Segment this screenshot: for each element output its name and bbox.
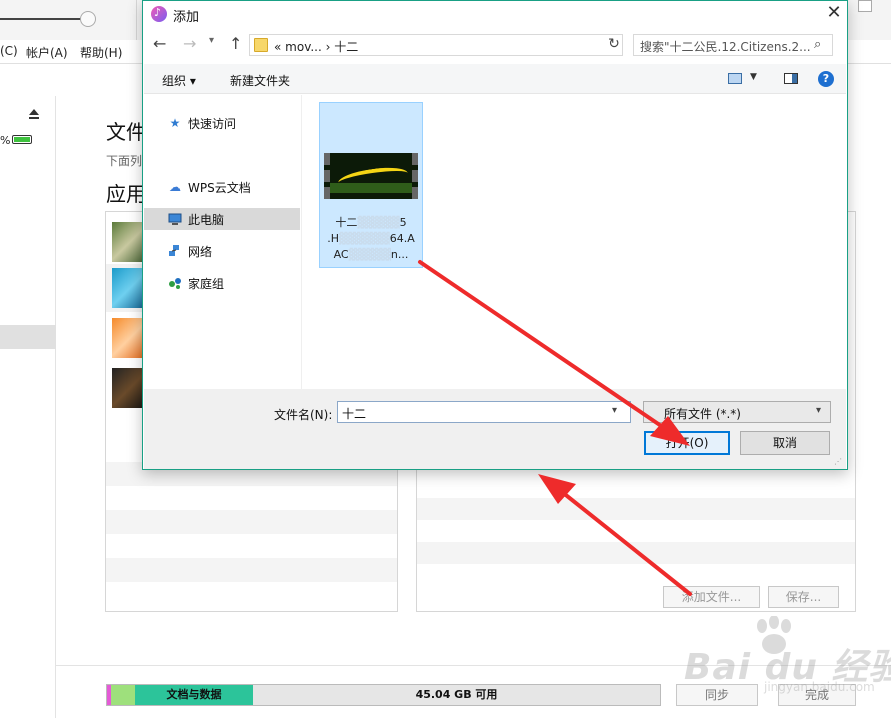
save-button[interactable]: 保存...	[768, 586, 839, 608]
nav-item-label: 家庭组	[188, 277, 225, 291]
section-heading-apps: 应用	[106, 182, 146, 206]
refresh-icon[interactable]: ↻	[603, 34, 625, 56]
dialog-toolbar: 组织 ▾ 新建文件夹 ▼ ?	[144, 64, 846, 94]
nav-item-label: 此电脑	[188, 213, 225, 227]
nav-item-label: WPS云文档	[188, 181, 251, 195]
capacity-segment-apps	[111, 685, 135, 705]
file-list-area[interactable]: 十二▓▓▓▓▓5 .H▓▓▓▓▓▓64.A AC▓▓▓▓▓n...	[303, 95, 847, 389]
nav-item-quick-access[interactable]: ★ 快速访问	[144, 112, 300, 134]
dialog-bottom-area: 文件名(N): 十二 ▾ 所有文件 (*.*) ▾ 打开(O) 取消 ⋰	[144, 389, 846, 469]
dialog-title: 添加	[173, 10, 200, 25]
nav-item-label: 网络	[188, 245, 213, 259]
section-heading-files: 文件	[106, 120, 146, 144]
address-path[interactable]: « mov... › 十二	[274, 38, 358, 55]
itunes-icon	[151, 6, 167, 22]
add-file-dialog: 添加 ✕ ← → ▾ ↑ « mov... › 十二 ↻ 搜索"十二公民.12.…	[142, 0, 848, 470]
capacity-segment-documents: 文档与数据	[135, 685, 253, 705]
device-sidebar	[0, 96, 56, 718]
back-arrow-icon[interactable]: ←	[153, 34, 166, 53]
new-folder-button[interactable]: 新建文件夹	[230, 72, 290, 89]
search-icon[interactable]: ⌕	[814, 37, 821, 52]
baidu-watermark: Bai du 经验 jingyan.baidu.com	[676, 616, 891, 696]
document-row	[417, 542, 855, 564]
filename-value: 十二	[342, 407, 367, 421]
window-restore-button[interactable]	[858, 0, 872, 12]
nav-item-this-pc[interactable]: 此电脑	[144, 208, 300, 230]
up-arrow-icon[interactable]: ↑	[229, 34, 242, 53]
top-bar-divider	[136, 0, 137, 40]
cancel-button[interactable]: 取消	[740, 431, 830, 455]
add-file-button[interactable]: 添加文件...	[663, 586, 760, 608]
chevron-down-icon[interactable]: ▾	[209, 35, 214, 46]
nav-item-label: 快速访问	[188, 117, 237, 131]
battery-percent: %	[0, 134, 11, 147]
document-row	[417, 498, 855, 520]
homegroup-icon	[168, 276, 182, 290]
folder-icon	[254, 38, 268, 52]
section-description: 下面列	[106, 154, 143, 168]
nav-item-homegroup[interactable]: 家庭组	[144, 272, 300, 294]
file-type-select[interactable]: 所有文件 (*.*) ▾	[643, 401, 831, 423]
star-icon: ★	[169, 116, 181, 130]
chevron-down-icon[interactable]: ▾	[816, 405, 821, 416]
network-icon	[168, 244, 182, 258]
help-icon[interactable]: ?	[818, 71, 834, 87]
sidebar-selected-item[interactable]	[0, 325, 56, 349]
navigation-pane: ★ 快速访问 ☁ WPS云文档 此电脑 网络 家庭组	[144, 95, 302, 389]
app-row	[106, 510, 397, 534]
organize-menu-button[interactable]: 组织 ▾	[162, 72, 196, 89]
menu-item-controls[interactable]: (C)	[0, 44, 18, 58]
chevron-down-icon[interactable]: ▼	[750, 72, 757, 82]
file-name-label: 十二▓▓▓▓▓5 .H▓▓▓▓▓▓64.A AC▓▓▓▓▓n...	[327, 216, 415, 261]
resize-grip-icon[interactable]: ⋰	[834, 457, 844, 467]
preview-pane-icon[interactable]	[784, 73, 798, 84]
battery-icon	[12, 135, 32, 144]
file-item-selected[interactable]: 十二▓▓▓▓▓5 .H▓▓▓▓▓▓64.A AC▓▓▓▓▓n...	[319, 102, 423, 268]
forward-arrow-icon[interactable]: →	[183, 34, 196, 53]
open-button[interactable]: 打开(O)	[644, 431, 730, 455]
address-bar[interactable]: « mov... › 十二	[249, 34, 623, 56]
cloud-icon: ☁	[169, 180, 181, 194]
nav-item-network[interactable]: 网络	[144, 240, 300, 262]
menu-item-help[interactable]: 帮助(H)	[80, 44, 122, 61]
filename-label: 文件名(N):	[274, 408, 333, 422]
video-thumbnail-icon	[324, 153, 418, 199]
eject-icon[interactable]	[28, 108, 40, 120]
search-placeholder: 搜索"十二公民.12.Citizens.2...	[640, 40, 811, 54]
view-mode-icon[interactable]	[728, 73, 742, 84]
volume-slider-knob[interactable]	[80, 11, 96, 27]
close-icon[interactable]: ✕	[823, 3, 845, 25]
computer-icon	[168, 212, 182, 226]
search-input[interactable]: 搜索"十二公民.12.Citizens.2... ⌕	[633, 34, 833, 56]
volume-slider-track[interactable]	[0, 18, 88, 20]
chevron-down-icon[interactable]: ▾	[612, 405, 617, 416]
capacity-free-space: 45.04 GB 可用	[415, 688, 498, 701]
app-row	[106, 558, 397, 582]
file-type-value: 所有文件 (*.*)	[664, 407, 741, 421]
dialog-titlebar[interactable]: 添加 ✕	[143, 1, 847, 27]
nav-item-wps-cloud[interactable]: ☁ WPS云文档	[144, 176, 300, 198]
filename-input[interactable]: 十二 ▾	[337, 401, 631, 423]
watermark-url: jingyan.baidu.com	[764, 680, 875, 694]
capacity-bar: 文档与数据 45.04 GB 可用	[106, 684, 661, 706]
menu-item-account[interactable]: 帐户(A)	[26, 44, 68, 61]
